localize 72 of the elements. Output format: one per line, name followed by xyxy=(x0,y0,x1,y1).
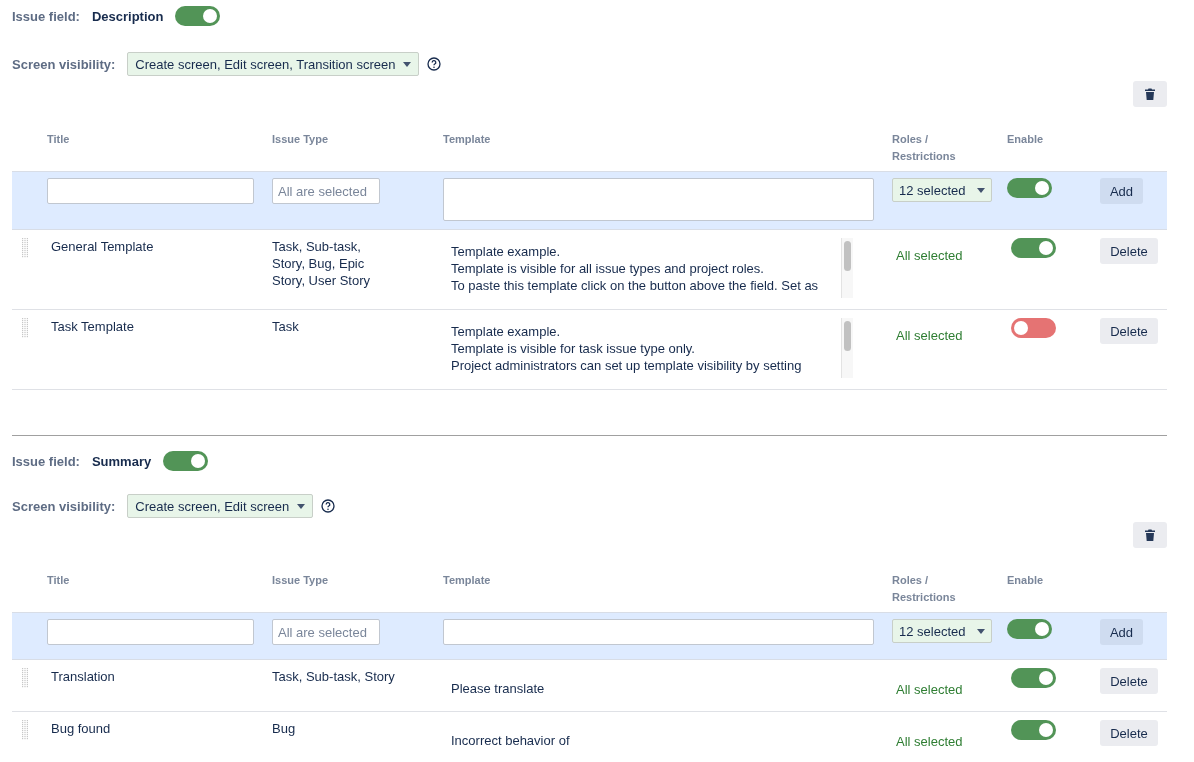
issue-type-cell-text: Task, Sub-task, Story, Bug, Epic Story, User Story xyxy=(272,238,371,290)
caret-icon xyxy=(403,61,412,67)
add-button[interactable]: Add xyxy=(1100,619,1143,645)
column-header: Title xyxy=(47,132,71,147)
column-header: Template xyxy=(443,132,492,147)
roles-cell-text: All selected xyxy=(895,733,964,751)
issue-type-cell-text: Task xyxy=(272,318,300,336)
delete-button[interactable]: Delete xyxy=(1100,318,1158,344)
template-input[interactable] xyxy=(443,619,874,645)
caret-icon xyxy=(977,628,985,634)
title-cell-text: Task Template xyxy=(50,318,135,336)
enable-toggle[interactable] xyxy=(1011,318,1056,338)
roles-dropdown[interactable]: 12 selected xyxy=(892,178,992,202)
column-header: Roles / Restrictions xyxy=(892,573,957,605)
drag-handle-icon[interactable] xyxy=(22,318,28,338)
visibility-dropdown[interactable]: Create screen, Edit screen, Transition screen xyxy=(127,52,420,76)
scrollbar-thumb[interactable] xyxy=(844,321,851,351)
issue-type-cell-text: Task, Sub-task, Story xyxy=(272,668,396,686)
template-field[interactable]: Template example. Template is visible for task issue type only. Project administrators can set up template visibility by setting xyxy=(443,318,853,378)
template-field[interactable]: Template example. Template is visible for all issue types and project roles. To paste this template click on the button above the field. Set as xyxy=(443,238,853,298)
enable-toggle[interactable] xyxy=(1007,619,1052,639)
caret-icon xyxy=(297,503,306,509)
field-label: Issue field: xyxy=(12,8,80,24)
help-icon[interactable] xyxy=(427,57,442,71)
field-toggle[interactable] xyxy=(163,451,209,471)
field-name: Summary xyxy=(91,453,152,469)
template-cell-text: Please translate xyxy=(450,680,546,698)
field-toggle[interactable] xyxy=(175,6,221,26)
issue-type-cell-text: Bug xyxy=(272,720,297,738)
field-name: Description xyxy=(91,8,164,24)
roles-cell-text: All selected xyxy=(895,681,964,699)
title-cell-text: General Template xyxy=(50,238,155,256)
visibility-label: Screen visibility: xyxy=(12,498,116,514)
enable-toggle[interactable] xyxy=(1011,668,1056,688)
roles-cell-text: All selected xyxy=(895,247,964,265)
column-header: Enable xyxy=(1007,132,1045,147)
column-header: Roles / Restrictions xyxy=(892,132,957,164)
delete-button[interactable]: Delete xyxy=(1100,668,1158,694)
title-cell-text: Translation xyxy=(50,668,116,686)
issue-type-input[interactable]: All are selected xyxy=(272,178,380,204)
drag-handle-icon[interactable] xyxy=(22,238,28,258)
column-header: Issue Type xyxy=(272,573,330,588)
delete-all-button[interactable] xyxy=(1133,81,1167,107)
column-header: Template xyxy=(443,573,492,588)
column-header: Title xyxy=(47,573,71,588)
column-header: Issue Type xyxy=(272,132,330,147)
title-input[interactable] xyxy=(47,619,254,645)
roles-cell-text: All selected xyxy=(895,327,964,345)
field-label: Issue field: xyxy=(12,453,80,469)
add-button[interactable]: Add xyxy=(1100,178,1143,204)
trash-icon xyxy=(1145,88,1155,100)
trash-icon xyxy=(1145,529,1155,541)
issue-type-input[interactable]: All are selected xyxy=(272,619,380,645)
roles-dropdown[interactable]: 12 selected xyxy=(892,619,992,643)
visibility-label: Screen visibility: xyxy=(12,56,116,72)
scrollbar-thumb[interactable] xyxy=(844,241,851,271)
column-header: Enable xyxy=(1007,573,1045,588)
caret-icon xyxy=(977,187,985,193)
delete-all-button[interactable] xyxy=(1133,522,1167,548)
enable-toggle[interactable] xyxy=(1011,238,1056,258)
template-cell-text: Incorrect behavior of xyxy=(450,732,571,750)
enable-toggle[interactable] xyxy=(1007,178,1052,198)
drag-handle-icon[interactable] xyxy=(22,720,28,740)
drag-handle-icon[interactable] xyxy=(22,668,28,688)
help-icon[interactable] xyxy=(321,499,336,513)
title-input[interactable] xyxy=(47,178,254,204)
visibility-dropdown[interactable]: Create screen, Edit screen xyxy=(127,494,314,518)
delete-button[interactable]: Delete xyxy=(1100,238,1158,264)
title-cell-text: Bug found xyxy=(50,720,112,738)
delete-button[interactable]: Delete xyxy=(1100,720,1158,746)
template-input[interactable] xyxy=(443,178,874,221)
enable-toggle[interactable] xyxy=(1011,720,1056,740)
